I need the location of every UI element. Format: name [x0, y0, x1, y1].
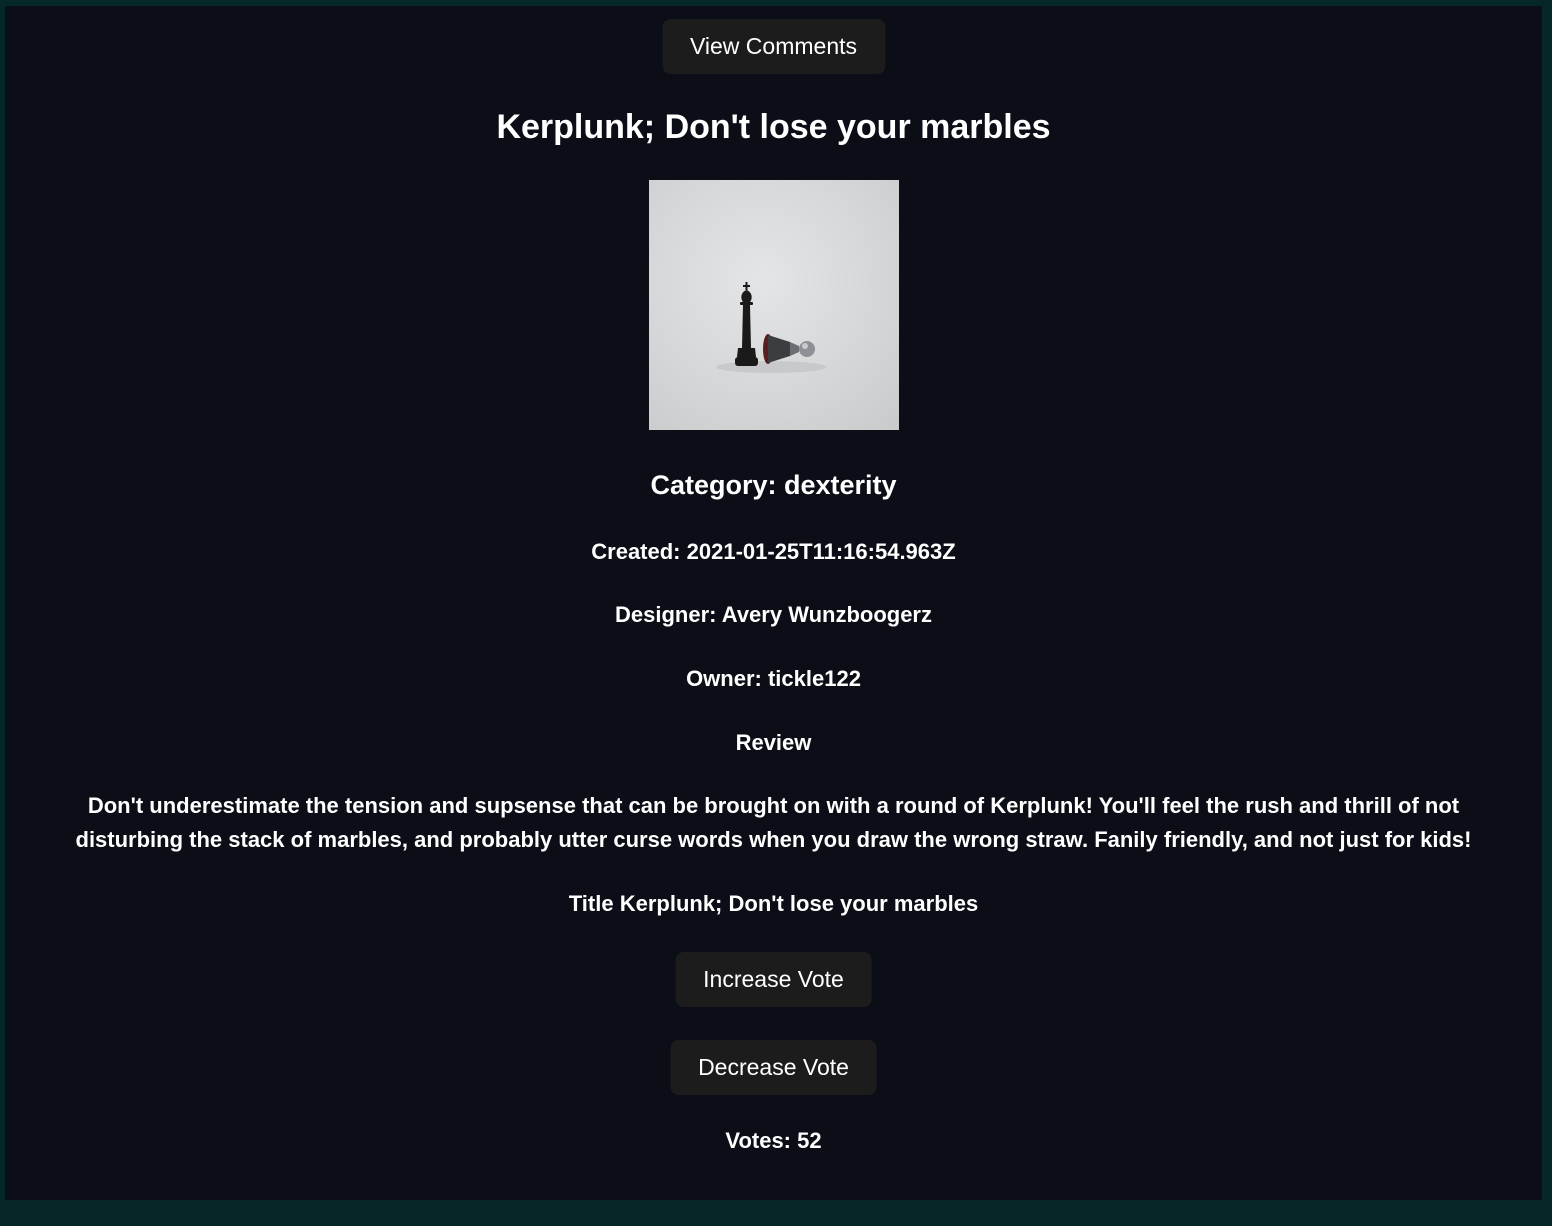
review-title: Kerplunk; Don't lose your marbles [496, 108, 1051, 146]
decrease-vote-button[interactable]: Decrease Vote [670, 1040, 877, 1095]
review-image [649, 180, 899, 430]
votes-count: Votes: 52 [725, 1128, 822, 1153]
title-line: Title Kerplunk; Don't lose your marbles [568, 891, 979, 916]
review-card: View Comments Kerplunk; Don't lose your … [5, 6, 1542, 1200]
chess-pieces-icon [716, 282, 826, 373]
increase-vote-button[interactable]: Increase Vote [675, 952, 872, 1007]
owner-label: Owner: tickle122 [686, 666, 861, 691]
category-label: Category: dexterity [650, 470, 897, 500]
review-body: Don't underestimate the tension and sups… [75, 793, 1472, 852]
view-comments-button[interactable]: View Comments [661, 19, 886, 74]
review-heading: Review [735, 730, 812, 755]
created-timestamp: Created: 2021-01-25T11:16:54.963Z [591, 539, 956, 564]
designer-label: Designer: Avery Wunzboogerz [614, 602, 932, 627]
